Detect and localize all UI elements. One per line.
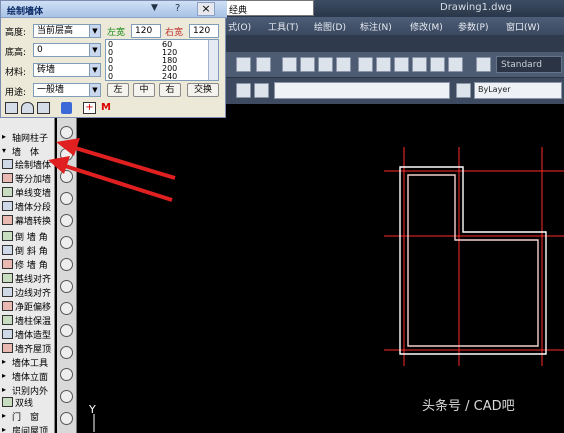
align-center-button[interactable]: 中 xyxy=(133,83,155,97)
base-label: 底高: xyxy=(5,48,27,58)
align-left-button[interactable]: 左 xyxy=(107,83,129,97)
usage-value: 一般墙 xyxy=(37,85,65,95)
watermark: 头条号 / CAD吧 xyxy=(422,399,515,414)
annotation-arrowhead-lower xyxy=(48,156,70,174)
help-icon[interactable]: ? xyxy=(175,3,180,14)
mode-m-icon[interactable]: M xyxy=(101,102,114,114)
pin-icon[interactable]: ▼ xyxy=(151,3,158,13)
draw-wall-dialog: 绘制墙体 ▼ ? × 高度: 当前层高 ▼ 底高: 0 ▼ 材料: 砖墙 ▼ 用途: … xyxy=(0,0,227,118)
align-right-button[interactable]: 右 xyxy=(159,83,181,97)
cad-application-window: 经典 Drawing1.dwg 式(O) 工具(T) 绘图(D) 标注(N) 修… xyxy=(0,0,564,433)
usage-label: 用途: xyxy=(5,88,27,98)
annotation-arrowhead-upper xyxy=(56,138,80,156)
height-label: 高度: xyxy=(5,28,27,38)
chevron-down-icon: ▼ xyxy=(89,44,100,56)
height-combo[interactable]: 当前层高 ▼ xyxy=(33,24,101,38)
list-item[interactable]: 0 240 xyxy=(108,73,216,81)
chevron-down-icon: ▼ xyxy=(89,64,100,76)
height-value: 当前层高 xyxy=(37,26,74,36)
wall-width-list[interactable]: 0 60 0 120 0 180 0 200 0 240 xyxy=(105,39,219,81)
base-value: 0 xyxy=(37,45,43,55)
left-width-input[interactable]: 120 xyxy=(131,24,161,38)
material-label: 材料: xyxy=(5,68,27,78)
material-value: 砖墙 xyxy=(37,65,56,75)
right-width-input[interactable]: 120 xyxy=(189,24,219,38)
rectangle-wall-icon[interactable] xyxy=(37,102,50,114)
chevron-down-icon: ▼ xyxy=(89,84,100,96)
left-width-label: 左宽 xyxy=(107,28,126,38)
dialog-title: 绘制墙体 xyxy=(7,7,44,17)
arc-wall-icon[interactable] xyxy=(21,102,34,114)
usage-combo[interactable]: 一般墙 ▼ xyxy=(33,83,101,97)
chevron-down-icon: ▼ xyxy=(89,25,100,37)
close-button[interactable]: × xyxy=(197,2,215,16)
pick-properties-icon[interactable] xyxy=(61,102,72,114)
straight-wall-icon[interactable] xyxy=(5,102,18,114)
dialog-title-bar[interactable]: 绘制墙体 ▼ ? × xyxy=(1,1,227,18)
material-combo[interactable]: 砖墙 ▼ xyxy=(33,63,101,77)
list-scrollbar[interactable] xyxy=(208,40,218,80)
snap-icon[interactable]: + xyxy=(83,102,96,114)
swap-button[interactable]: 交换 xyxy=(187,83,219,97)
base-combo[interactable]: 0 ▼ xyxy=(33,43,101,57)
right-width-label: 右宽 xyxy=(165,28,184,38)
